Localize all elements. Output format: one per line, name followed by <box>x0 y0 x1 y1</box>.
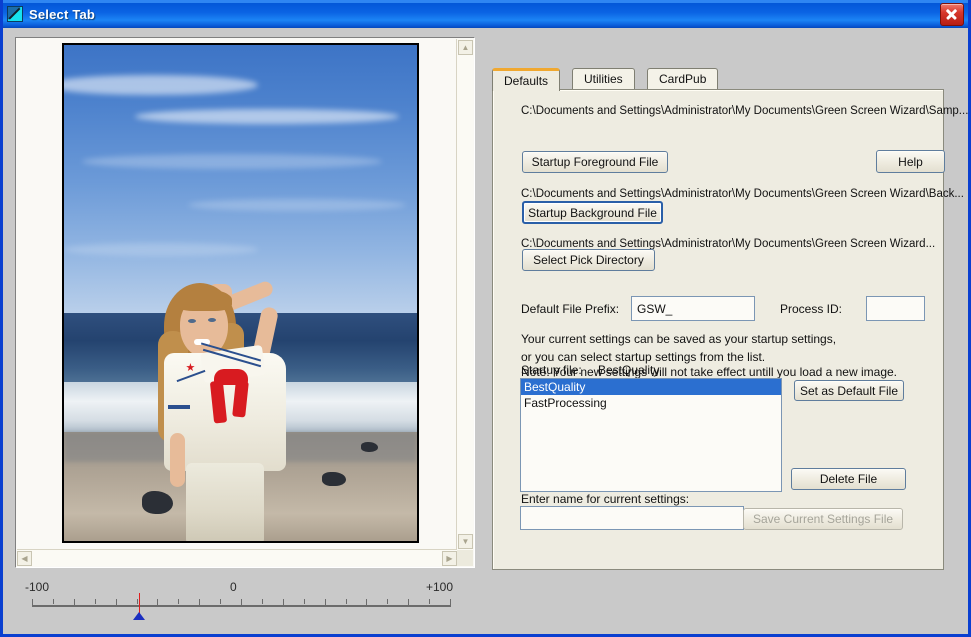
photo-cloud <box>81 154 382 169</box>
photo-hair <box>176 289 233 312</box>
photo-cloud <box>64 74 259 95</box>
tab-defaults[interactable]: Defaults <box>492 68 561 91</box>
window-close-button[interactable] <box>940 3 964 26</box>
photo-sleeve-stripe <box>168 405 191 410</box>
startup-settings-list[interactable]: BestQuality FastProcessing <box>520 378 782 492</box>
startup-foreground-file-button[interactable]: Startup Foreground File <box>522 151 668 173</box>
photo-arm <box>170 433 186 488</box>
enter-name-label: Enter name for current settings: <box>521 492 690 506</box>
select-pick-directory-button[interactable]: Select Pick Directory <box>522 249 655 271</box>
photo-rock <box>321 471 347 487</box>
help-button[interactable]: Help <box>876 150 945 173</box>
image-preview-panel: ★ ★ ▲ ▼ ◀ ▶ <box>15 37 475 568</box>
scroll-up-icon[interactable]: ▲ <box>458 40 473 55</box>
scroll-left-icon[interactable]: ◀ <box>17 551 32 566</box>
application-window: Select Tab ★ ▲ ▼ ◀ ▶ -100 0 +100 Default… <box>0 0 971 637</box>
preview-image[interactable]: ★ ★ <box>62 43 419 543</box>
scroll-down-icon[interactable]: ▼ <box>458 534 473 549</box>
delete-file-button[interactable]: Delete File <box>791 468 906 490</box>
photo-cloud <box>64 243 259 256</box>
startup-file-label: Startup file: <box>521 363 582 377</box>
image-vertical-scrollbar[interactable]: ▲ ▼ <box>456 39 473 550</box>
background-path-text: C:\Documents and Settings\Administrator\… <box>521 188 964 200</box>
process-id-label: Process ID: <box>780 302 843 316</box>
tab-cardpub[interactable]: CardPub <box>647 68 719 90</box>
info-line-1: Your current settings can be saved as yo… <box>521 332 837 346</box>
set-as-default-file-button[interactable]: Set as Default File <box>794 380 904 401</box>
window-client-area: ★ ★ ▲ ▼ ◀ ▶ <box>3 28 968 634</box>
photo-subject: ★ ★ <box>158 279 308 541</box>
list-item[interactable]: FastProcessing <box>521 395 781 411</box>
slider-max-label: +100 <box>425 580 453 594</box>
app-icon <box>7 6 23 22</box>
slider-min-label: -100 <box>25 580 50 594</box>
window-title: Select Tab <box>29 6 96 22</box>
tab-utilities[interactable]: Utilities <box>572 68 635 90</box>
default-file-prefix-label: Default File Prefix: <box>521 302 620 316</box>
photo-cloud <box>187 198 407 212</box>
process-id-input[interactable] <box>866 296 925 321</box>
image-horizontal-scrollbar[interactable]: ◀ ▶ <box>17 549 457 566</box>
title-bar: Select Tab <box>3 0 968 28</box>
foreground-path-text: C:\Documents and Settings\Administrator\… <box>521 105 969 117</box>
photo-eye <box>188 319 197 324</box>
photo-eye <box>208 318 217 323</box>
startup-file-value: BestQuality <box>598 363 660 377</box>
tab-strip: Defaults Utilities CardPub <box>492 68 944 91</box>
scrollbar-corner <box>457 550 473 566</box>
footer-button-bar: Show Image Tabs Show Tool Tabs Close <box>3 600 968 624</box>
settings-name-input[interactable] <box>520 506 744 530</box>
slider-mid-label: 0 <box>230 580 237 594</box>
default-file-prefix-input[interactable] <box>631 296 755 321</box>
startup-background-file-button[interactable]: Startup Background File <box>522 201 663 224</box>
info-line-2: or you can select startup settings from … <box>521 350 766 364</box>
list-item[interactable]: BestQuality <box>521 379 781 395</box>
photo-rock <box>360 441 379 452</box>
photo-star: ★ <box>185 362 196 375</box>
scroll-right-icon[interactable]: ▶ <box>442 551 457 566</box>
save-current-settings-file-button[interactable]: Save Current Settings File <box>743 508 903 530</box>
photo-pants <box>186 463 265 541</box>
